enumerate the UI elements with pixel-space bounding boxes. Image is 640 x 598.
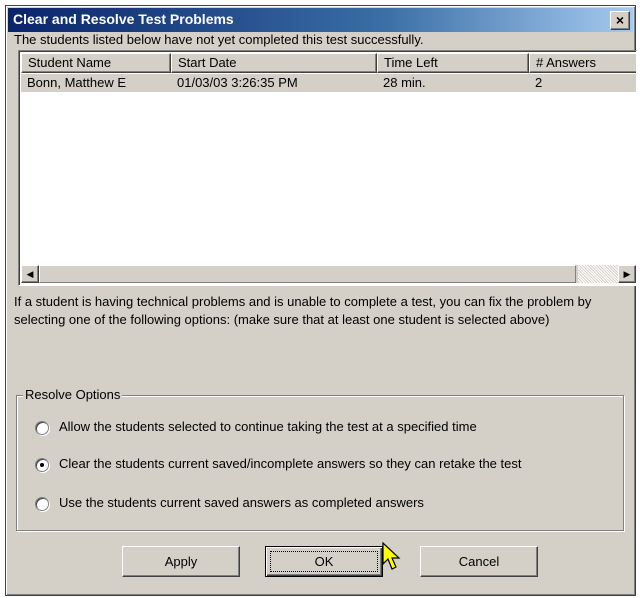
cell-answers: 2 xyxy=(535,75,543,90)
radio-label: Use the students current saved answers a… xyxy=(59,495,424,510)
column-header-start-date[interactable]: Start Date xyxy=(171,53,377,73)
scroll-left-button[interactable]: ◀ xyxy=(21,265,39,283)
cancel-button[interactable]: Cancel xyxy=(420,546,538,577)
cell-start-date: 01/03/03 3:26:35 PM xyxy=(177,75,298,90)
cell-student-name: Bonn, Matthew E xyxy=(27,75,126,90)
mouse-pointer-icon xyxy=(382,542,401,570)
horizontal-scrollbar[interactable]: ◀ ▶ xyxy=(21,265,636,283)
close-icon: × xyxy=(615,12,625,28)
scroll-right-button[interactable]: ▶ xyxy=(618,265,636,283)
close-button[interactable]: × xyxy=(610,11,630,30)
group-legend: Resolve Options xyxy=(23,387,123,402)
radio-button[interactable] xyxy=(35,497,49,511)
scroll-thumb[interactable] xyxy=(39,265,576,283)
column-header-time-left[interactable]: Time Left xyxy=(377,53,529,73)
cell-time-left: 28 min. xyxy=(383,75,426,90)
radio-dot-icon xyxy=(40,463,44,467)
cancel-button-label: Cancel xyxy=(458,554,500,569)
ok-button[interactable]: OK xyxy=(265,546,383,577)
intro-text: The students listed below have not yet c… xyxy=(14,32,424,47)
help-text: If a student is having technical problem… xyxy=(14,294,592,327)
arrow-right-icon: ▶ xyxy=(623,269,631,279)
student-list[interactable]: Student Name Start Date Time Left # Answ… xyxy=(18,50,637,286)
arrow-left-icon: ◀ xyxy=(26,269,34,279)
apply-button-label: Apply xyxy=(164,554,198,569)
radio-button-selected[interactable] xyxy=(35,458,49,472)
radio-label: Allow the students selected to continue … xyxy=(59,419,477,434)
focus-rectangle xyxy=(270,551,378,572)
column-header-answers[interactable]: # Answers xyxy=(529,53,636,73)
window-title: Clear and Resolve Test Problems xyxy=(13,11,234,27)
list-header: Student Name Start Date Time Left # Answ… xyxy=(21,53,636,73)
column-header-student-name[interactable]: Student Name xyxy=(21,53,171,73)
title-bar[interactable]: Clear and Resolve Test Problems × xyxy=(8,8,633,32)
scroll-track[interactable] xyxy=(578,265,618,283)
apply-button[interactable]: Apply xyxy=(122,546,240,577)
radio-button[interactable] xyxy=(35,421,49,435)
radio-label: Clear the students current saved/incompl… xyxy=(59,456,522,471)
resolve-options-group: Resolve Options Allow the students selec… xyxy=(16,387,624,531)
table-row[interactable]: Bonn, Matthew E 01/03/03 3:26:35 PM 28 m… xyxy=(21,74,636,92)
